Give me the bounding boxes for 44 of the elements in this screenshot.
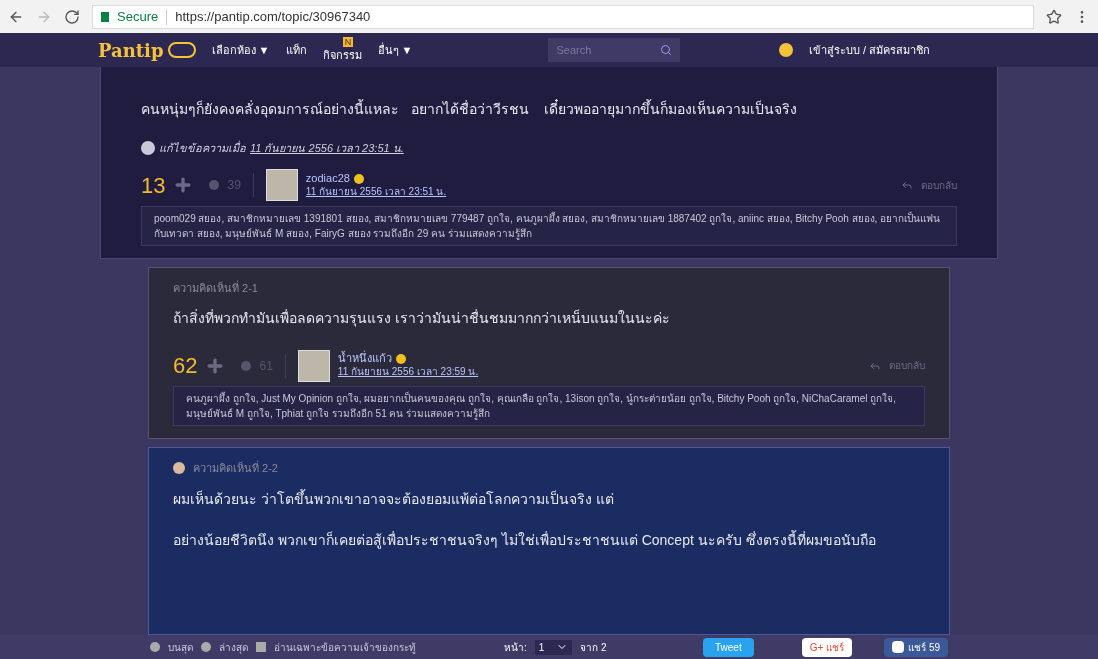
page-select[interactable]: 1 [534,639,573,655]
reload-icon[interactable] [64,8,80,25]
secure-label: Secure [117,7,159,26]
logo-mark-icon [167,42,196,58]
comment-date-link[interactable]: 11 กันยายน 2556 เวลา 23:59 น. [337,366,479,379]
comment-text: ถ้าสิ่งที่พวกทำมันเพื่อลดความรุนแรง เราว่ามันน่าชื่นชมมากกว่าเหน็บแนมในนะค่ะ [173,308,671,329]
comment-date-link[interactable]: 11 กันยายน 2556 เวลา 23:51 น. [305,185,447,199]
search-field[interactable]: Search [548,38,661,62]
owner-avatar-icon [173,462,185,475]
reply-arrow-icon [901,179,913,191]
new-badge: N [342,36,354,47]
reactions-text: คนภูผาผึ้ง ถูกใจ, Just My Opinion ถูกใจ, ผมอยากเป็นคนของคุณ ถูกใจ, คุณเกลือ ถูกใจ, 13ison ถูกใจ, นู๋กระต่ายน้อย ถูกใจ, Bitchy Pooh ถูกใจ, NiChaCaramel ถูกใจ, มนุษย์พันธ์ M ถูกใจ, Tphiat ถูกใจ รวมถึงอีก 51 คน ร่วมแสดงความรู้สึก [173,386,925,426]
author-name[interactable]: zodiac28 [305,171,350,186]
login-link[interactable]: เข้าสู่ระบบ / สมัครสมาชิก [808,41,930,59]
top-link[interactable]: บนสุด [168,639,193,655]
url-text: https://pantip.com/topic/30967340 [175,7,371,26]
vote-score: 62 [173,352,198,380]
facebook-share-button[interactable]: แชร์ 59 [884,637,948,657]
search-icon [660,44,673,56]
comment-text: คนหนุ่มๆก็ยังคงคลั่งอุดมการณ์อย่างนี้แหละ อยากได้ชื่อว่าวีรชน เดี๋ยวพออายุมากขึ้นก็มองเห็นความเป็นจริง [141,99,799,120]
comment-text: อย่างน้อยชีวิตนึง พวกเขาก็เคยต่อสู้เพื่อประชาชนจริงๆ ไม่ใช่เพื่อประชาชนแต่ Concept นะครับ ซึ่งตรงนี้ที่ผมขอนับถือ [173,529,877,551]
bottom-link[interactable]: ล่างสุด [219,639,248,655]
comment-number: ความคิดเห็นที่ 2-1 [173,279,258,296]
comment-text: ผมเห็นด้วยนะ ว่าโตขึ้นพวกเขาอาจจะต้องยอมแพ้ต่อโลกความเป็นจริง แต่ [173,488,615,509]
avatar-picture [265,169,298,201]
edited-date-link[interactable]: 11 กันยายน 2556 เวลา 23:51 น. [250,140,404,157]
reactions-text: poom029 สยอง, สมาชิกหมายเลข 1391801 สยอง, สมาชิกหมายเลข 779487 ถูกใจ, คนภูผาผึ้ง สยอง, สมาชิกหมายเลข 1887402 ถูกใจ, aniinc สยอง, Bitchy Pooh สยอง, อยากเป็นแฟนกับเทวดา สยอง, มนุษย์พันธ์ M สยอง, FairyG สยอง รวมถึงอีก 29 คน ร่วมแสดงความรู้สึก [141,205,957,246]
author-name[interactable]: น้ำหนึ่งแก้ว [337,352,392,367]
star-icon[interactable] [1046,8,1062,25]
address-bar[interactable]: Secure https://pantip.com/topic/30967340 [92,4,1034,29]
vote-score: 13 [141,171,166,200]
site-logo[interactable]: Pantip [98,36,164,64]
avatar-picture [297,349,330,382]
edited-label: แก้ไขข้อความเมื่อ [159,140,246,156]
page-label: หน้า: [504,640,527,655]
nav-menu-item[interactable]: เลือกห้อง ▼ [211,41,270,59]
page-total: จาก 2 [580,640,607,655]
comment-number: ความคิดเห็นที่ 2-2 [193,460,278,476]
nav-menu-item[interactable]: แท็ก [285,41,307,59]
gplus-share-button[interactable]: G+ แชร์ [801,637,853,657]
search-box[interactable]: Search [548,38,681,62]
nav-menu-item[interactable]: อื่นๆ ▼ [377,41,413,59]
owner-only-link[interactable]: อ่านเฉพาะข้อความเจ้าของกระทู้ [274,639,416,655]
nav-menu-item[interactable]: กิจกรรม [322,46,362,64]
